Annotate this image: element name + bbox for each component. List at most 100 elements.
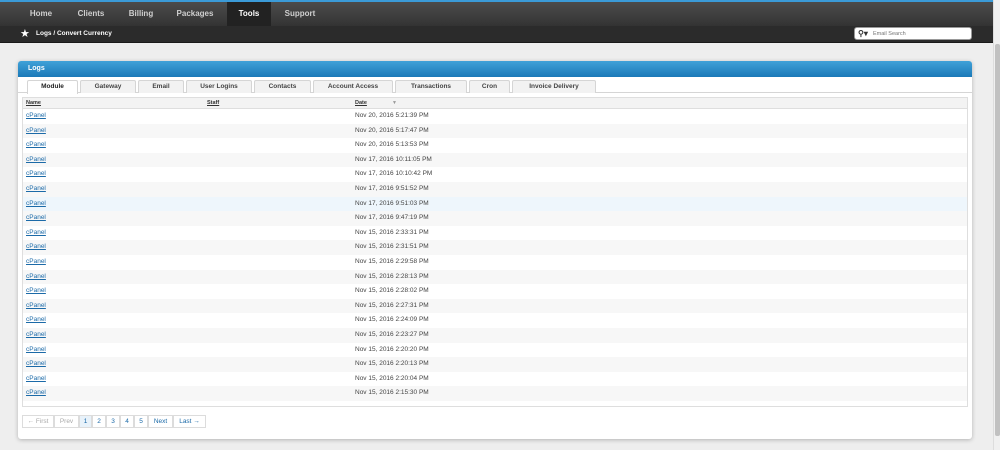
table-row: cPanel Nov 17, 2016 9:51:52 PM — [23, 182, 967, 197]
tab-gateway[interactable]: Gateway — [80, 80, 136, 93]
log-date: Nov 15, 2016 2:31:51 PM — [355, 243, 429, 251]
log-name-link[interactable]: cPanel — [26, 138, 46, 153]
nav-clients[interactable]: Clients — [66, 2, 116, 26]
table-row: cPanel Nov 15, 2016 2:24:09 PM — [23, 313, 967, 328]
log-name-link[interactable]: cPanel — [26, 167, 46, 182]
pagination-page-4[interactable]: 4 — [120, 415, 134, 428]
tab-transactions[interactable]: Transactions — [395, 80, 467, 93]
log-name-link[interactable]: cPanel — [26, 343, 46, 358]
table-row: cPanel Nov 15, 2016 2:23:27 PM — [23, 328, 967, 343]
pagination-next[interactable]: Next — [148, 415, 173, 428]
log-date: Nov 15, 2016 2:28:13 PM — [355, 272, 429, 280]
table-row: cPanel Nov 17, 2016 10:10:42 PM — [23, 167, 967, 182]
log-date: Nov 15, 2016 2:20:13 PM — [355, 360, 429, 368]
table-row: cPanel Nov 15, 2016 2:33:31 PM — [23, 226, 967, 241]
tab-contacts[interactable]: Contacts — [254, 80, 311, 93]
table-row: cPanel Nov 15, 2016 2:29:58 PM — [23, 255, 967, 270]
search-icon[interactable]: ⚲▾ — [858, 28, 868, 39]
log-date: Nov 20, 2016 5:17:47 PM — [355, 126, 429, 134]
email-search-input[interactable] — [873, 29, 969, 38]
table-row: cPanel Nov 15, 2016 2:27:31 PM — [23, 298, 967, 314]
log-tabs: Module Gateway Email User Logins Contact… — [18, 78, 972, 94]
table-row: cPanel Nov 17, 2016 9:51:03 PM — [23, 196, 967, 212]
log-date: Nov 17, 2016 9:51:03 PM — [355, 199, 429, 207]
log-name-link[interactable]: cPanel — [26, 284, 46, 299]
table-row: cPanel Nov 15, 2016 2:20:04 PM — [23, 372, 967, 387]
top-nav: Home Clients Billing Packages Tools Supp… — [0, 0, 993, 26]
nav-billing[interactable]: Billing — [118, 2, 164, 26]
log-date: Nov 17, 2016 10:11:05 PM — [355, 155, 432, 163]
table-row: cPanel Nov 15, 2016 2:28:02 PM — [23, 284, 967, 299]
log-name-link[interactable]: cPanel — [26, 357, 46, 372]
log-name-link[interactable]: cPanel — [26, 153, 46, 168]
log-name-link[interactable]: cPanel — [26, 313, 46, 328]
column-header-staff[interactable]: Staff — [207, 98, 219, 109]
pagination-page-1[interactable]: 1 — [79, 415, 92, 428]
tab-invoice-delivery[interactable]: Invoice Delivery — [512, 80, 596, 93]
table-row: cPanel Nov 15, 2016 2:20:13 PM — [23, 357, 967, 372]
table-row: cPanel Nov 17, 2016 10:11:05 PM — [23, 152, 967, 168]
logs-panel: Logs Module Gateway Email User Logins Co… — [18, 61, 972, 439]
column-header-date[interactable]: Date — [355, 98, 367, 109]
log-date: Nov 15, 2016 2:33:31 PM — [355, 228, 429, 236]
panel-title: Logs — [28, 65, 45, 72]
tab-account-access[interactable]: Account Access — [313, 80, 393, 93]
nav-support[interactable]: Support — [274, 2, 326, 26]
pagination-page-5[interactable]: 5 — [134, 415, 148, 428]
star-icon[interactable]: ★ — [20, 27, 32, 41]
log-date: Nov 17, 2016 9:51:52 PM — [355, 185, 429, 192]
log-name-link[interactable]: cPanel — [26, 255, 46, 270]
table-row: cPanel Nov 15, 2016 2:28:13 PM — [23, 269, 967, 285]
log-date: Nov 15, 2016 2:24:09 PM — [355, 316, 429, 324]
breadcrumb: Logs / Convert Currency — [36, 30, 112, 37]
log-name-link[interactable]: cPanel — [26, 109, 46, 124]
log-date: Nov 15, 2016 2:28:02 PM — [355, 287, 429, 295]
log-name-link[interactable]: cPanel — [26, 211, 46, 226]
pagination-prev[interactable]: Prev — [54, 415, 79, 428]
log-date: Nov 15, 2016 2:27:31 PM — [355, 301, 429, 309]
table-row: cPanel Nov 20, 2016 5:21:39 PM — [23, 109, 967, 124]
log-date: Nov 17, 2016 10:10:42 PM — [355, 170, 433, 178]
page-scrollbar[interactable] — [993, 0, 1000, 450]
log-name-link[interactable]: cPanel — [26, 372, 46, 387]
tab-email[interactable]: Email — [138, 80, 184, 93]
panel-header: Logs — [18, 61, 972, 77]
log-date: Nov 20, 2016 5:13:53 PM — [355, 141, 429, 149]
log-date: Nov 15, 2016 2:20:20 PM — [355, 345, 429, 353]
table-row: cPanel Nov 20, 2016 5:13:53 PM — [23, 138, 967, 153]
log-name-link[interactable]: cPanel — [26, 226, 46, 241]
nav-home[interactable]: Home — [20, 2, 62, 26]
table-header: Name Staff Date ▼ — [23, 98, 967, 109]
tab-module[interactable]: Module — [27, 80, 78, 94]
table-row: cPanel Nov 20, 2016 5:17:47 PM — [23, 123, 967, 139]
log-date: Nov 15, 2016 2:20:04 PM — [355, 374, 429, 382]
log-date: Nov 20, 2016 5:21:39 PM — [355, 112, 429, 119]
log-name-link[interactable]: cPanel — [26, 299, 46, 314]
log-name-link[interactable]: cPanel — [26, 328, 46, 343]
pagination-last[interactable]: Last → — [173, 415, 206, 428]
tab-user-logins[interactable]: User Logins — [186, 80, 252, 93]
log-name-link[interactable]: cPanel — [26, 240, 46, 255]
log-name-link[interactable]: cPanel — [26, 386, 46, 401]
table-row: cPanel Nov 15, 2016 2:15:30 PM — [23, 386, 967, 401]
pagination-page-3[interactable]: 3 — [106, 415, 120, 428]
email-search-box[interactable]: ⚲▾ — [854, 27, 972, 40]
logs-table: Name Staff Date ▼ cPanel Nov 20, 2016 5:2… — [22, 97, 968, 407]
log-name-link[interactable]: cPanel — [26, 124, 46, 139]
nav-tools[interactable]: Tools — [227, 2, 271, 26]
log-date: Nov 15, 2016 2:15:30 PM — [355, 389, 429, 397]
pagination-first[interactable]: ← First — [22, 415, 54, 428]
log-date: Nov 17, 2016 9:47:19 PM — [355, 214, 429, 222]
tab-cron[interactable]: Cron — [469, 80, 510, 93]
caret-down-icon[interactable]: ▼ — [392, 98, 397, 109]
log-date: Nov 15, 2016 2:23:27 PM — [355, 331, 429, 338]
column-header-name[interactable]: Name — [26, 98, 41, 109]
scrollbar-thumb[interactable] — [995, 44, 1000, 436]
sub-bar: ★ Logs / Convert Currency ⚲▾ — [0, 26, 993, 43]
nav-packages[interactable]: Packages — [166, 2, 224, 26]
log-name-link[interactable]: cPanel — [26, 182, 46, 197]
pagination-page-2[interactable]: 2 — [92, 415, 106, 428]
log-name-link[interactable]: cPanel — [26, 197, 46, 212]
table-row: cPanel Nov 17, 2016 9:47:19 PM — [23, 211, 967, 226]
log-name-link[interactable]: cPanel — [26, 270, 46, 285]
